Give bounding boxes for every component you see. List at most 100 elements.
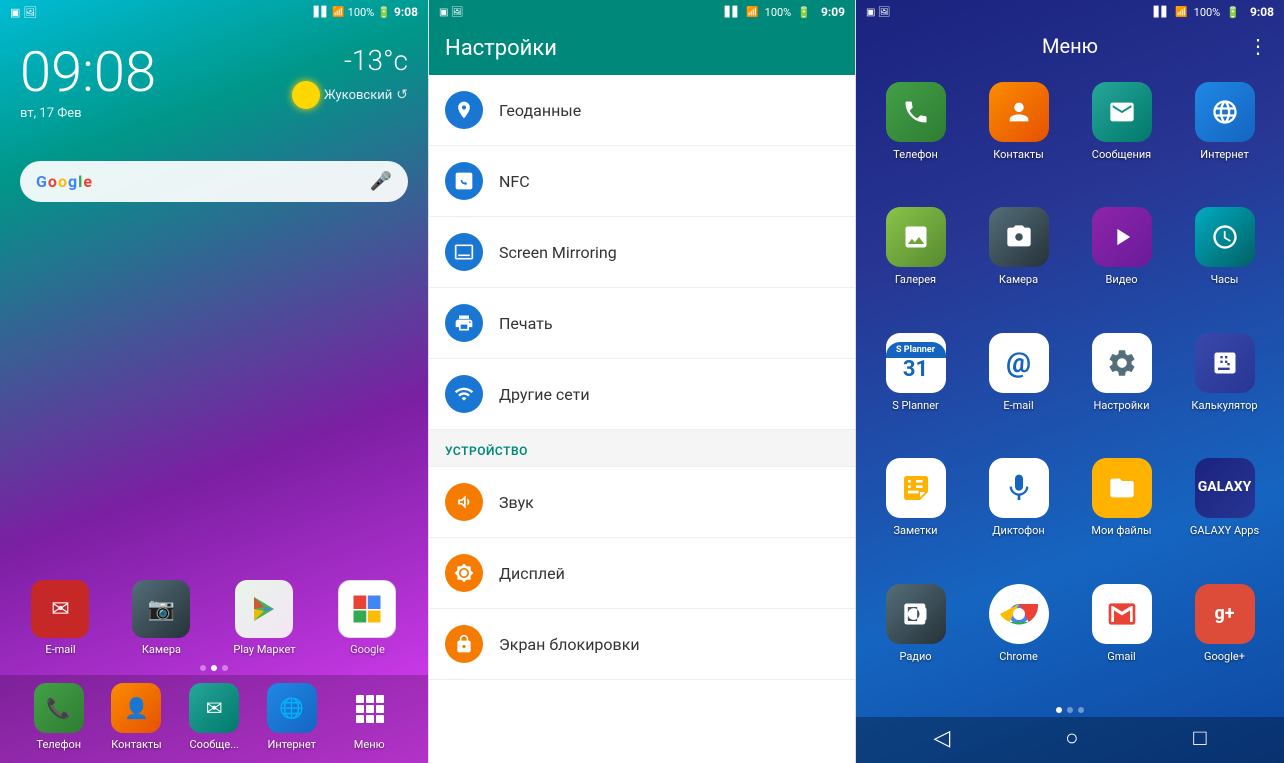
app-item-calculator[interactable]: Калькулятор	[1177, 327, 1272, 444]
settings-item-geodata[interactable]: Геоданные	[429, 75, 855, 146]
print-label: Печать	[499, 314, 553, 333]
app-camera-icon	[989, 207, 1049, 267]
app-chrome-icon	[989, 584, 1049, 644]
app-item-radio[interactable]: Радио	[868, 578, 963, 695]
google-label: Google	[350, 643, 385, 656]
signal-icon: ▋▋	[314, 7, 329, 18]
settings-item-nfc[interactable]: NFC	[429, 146, 855, 217]
home-page-dots	[0, 661, 428, 675]
app-item-email[interactable]: @ E-mail	[971, 327, 1066, 444]
g-letter-3: o	[58, 172, 67, 191]
internet-icon: 🌐	[279, 696, 304, 720]
drawer-bottom-nav: ◁ ○ □	[856, 717, 1284, 763]
dock-app-play[interactable]: Play Маркет	[233, 580, 295, 656]
drawer-page-dots	[856, 703, 1284, 717]
app-calculator-icon	[1195, 333, 1255, 393]
sound-icon	[454, 492, 474, 512]
app-item-internet[interactable]: Интернет	[1177, 76, 1272, 193]
app-item-chrome[interactable]: Chrome	[971, 578, 1066, 695]
app-myfiles-icon	[1092, 458, 1152, 518]
drawer-battery: 100%	[1194, 6, 1221, 19]
drawer-home-button[interactable]: ○	[1065, 725, 1078, 751]
app-settings-label: Настройки	[1094, 399, 1150, 412]
app-item-phone[interactable]: Телефон	[868, 76, 963, 193]
app-phone-icon	[886, 82, 946, 142]
contacts-icon: 👤	[124, 696, 149, 720]
screen-mirroring-label: Screen Mirroring	[499, 243, 617, 262]
display-icon	[454, 563, 474, 583]
app-item-camera[interactable]: Камера	[971, 201, 1066, 318]
google-plus-text: g+	[1214, 603, 1234, 624]
app-item-myfiles[interactable]: Мои файлы	[1074, 452, 1169, 569]
nav-internet[interactable]: 🌐 Интернет	[267, 683, 317, 751]
calculator-icon	[1211, 349, 1239, 377]
app-internet-label: Интернет	[1200, 148, 1248, 161]
app-item-settings[interactable]: Настройки	[1074, 327, 1169, 444]
app-chrome-label: Chrome	[999, 650, 1038, 663]
app-item-video[interactable]: Видео	[1074, 201, 1169, 318]
settings-item-print[interactable]: Печать	[429, 288, 855, 359]
sound-label: Звук	[499, 493, 534, 512]
app-item-messages[interactable]: Сообщения	[1074, 76, 1169, 193]
refresh-icon[interactable]: ↺	[396, 87, 408, 103]
messages-icon	[1108, 98, 1136, 126]
clock-time: 09:08	[20, 44, 156, 100]
settings-item-lock-screen[interactable]: Экран блокировки	[429, 609, 855, 680]
nav-menu[interactable]: Меню	[344, 683, 394, 751]
device-section-header: УСТРОЙСТВО	[429, 430, 855, 467]
dock-app-email[interactable]: ✉ E-mail	[31, 580, 89, 656]
drawer-dot-2	[1067, 707, 1073, 713]
app-item-gallery[interactable]: Галерея	[868, 201, 963, 318]
nav-contacts[interactable]: 👤 Контакты	[111, 683, 162, 751]
drawer-recent-button[interactable]: □	[1193, 725, 1206, 751]
settings-item-other-networks[interactable]: Другие сети	[429, 359, 855, 430]
nav-messages[interactable]: ✉ Сообще...	[189, 683, 239, 751]
app-notes-icon	[886, 458, 946, 518]
app-item-dictaphone[interactable]: Диктофон	[971, 452, 1066, 569]
app-item-galaxy-apps[interactable]: GALAXY GALAXY Apps	[1177, 452, 1272, 569]
nav-phone[interactable]: 📞 Телефон	[34, 683, 84, 751]
g-letter-1: G	[36, 172, 47, 191]
settings-status-bar: ▣ 🖼 ▋▋ 📶 100% 🔋 9:09	[429, 0, 855, 24]
bottom-nav: 📞 Телефон 👤 Контакты ✉ Сообще... 🌐 Интер…	[0, 675, 428, 763]
app-email-icon: @	[989, 333, 1049, 393]
nav-phone-icon-box: 📞	[34, 683, 84, 733]
app-clock-icon	[1195, 207, 1255, 267]
geodata-label: Геоданные	[499, 101, 581, 120]
app-gallery-label: Галерея	[895, 273, 936, 286]
other-networks-icon-circle	[445, 375, 483, 413]
email-at-icon: @	[1006, 346, 1031, 379]
print-icon	[454, 313, 474, 333]
search-bar[interactable]: Google 🎤	[20, 161, 408, 202]
dock-app-camera[interactable]: 📷 Камера	[132, 580, 190, 656]
drawer-menu-button[interactable]: ⋮	[1248, 34, 1268, 58]
drawer-status-icons: ▣ 🖼	[866, 7, 891, 18]
app-video-icon	[1092, 207, 1152, 267]
settings-item-screen-mirroring[interactable]: Screen Mirroring	[429, 217, 855, 288]
drawer-back-button[interactable]: ◁	[933, 726, 950, 751]
status-bar-left: ▣ 🖼	[10, 6, 37, 19]
app-item-clock[interactable]: Часы	[1177, 201, 1272, 318]
app-dictaphone-label: Диктофон	[992, 524, 1045, 537]
radio-icon	[902, 600, 930, 628]
nav-contacts-icon-box: 👤	[111, 683, 161, 733]
app-phone-label: Телефон	[893, 148, 938, 161]
apps-grid: Телефон Контакты Сообщения Интернет	[856, 68, 1284, 703]
dock-app-google[interactable]: Google	[338, 580, 396, 656]
app-item-contacts[interactable]: Контакты	[971, 76, 1066, 193]
app-item-splanner[interactable]: S Planner 31 S Planner	[868, 327, 963, 444]
gmail-icon	[1106, 598, 1138, 630]
app-item-google-plus[interactable]: g+ Google+	[1177, 578, 1272, 695]
settings-item-sound[interactable]: Звук	[429, 467, 855, 538]
app-contacts-label: Контакты	[993, 148, 1044, 161]
drawer-dot-1	[1056, 707, 1062, 713]
app-internet-icon	[1195, 82, 1255, 142]
print-icon-circle	[445, 304, 483, 342]
app-item-notes[interactable]: Заметки	[868, 452, 963, 569]
galaxy-apps-text: GALAXY	[1198, 480, 1252, 495]
settings-item-display[interactable]: Дисплей	[429, 538, 855, 609]
mic-icon[interactable]: 🎤	[370, 171, 392, 192]
dot-2	[211, 665, 217, 671]
settings-gear-icon	[1106, 347, 1138, 379]
app-item-gmail[interactable]: Gmail	[1074, 578, 1169, 695]
